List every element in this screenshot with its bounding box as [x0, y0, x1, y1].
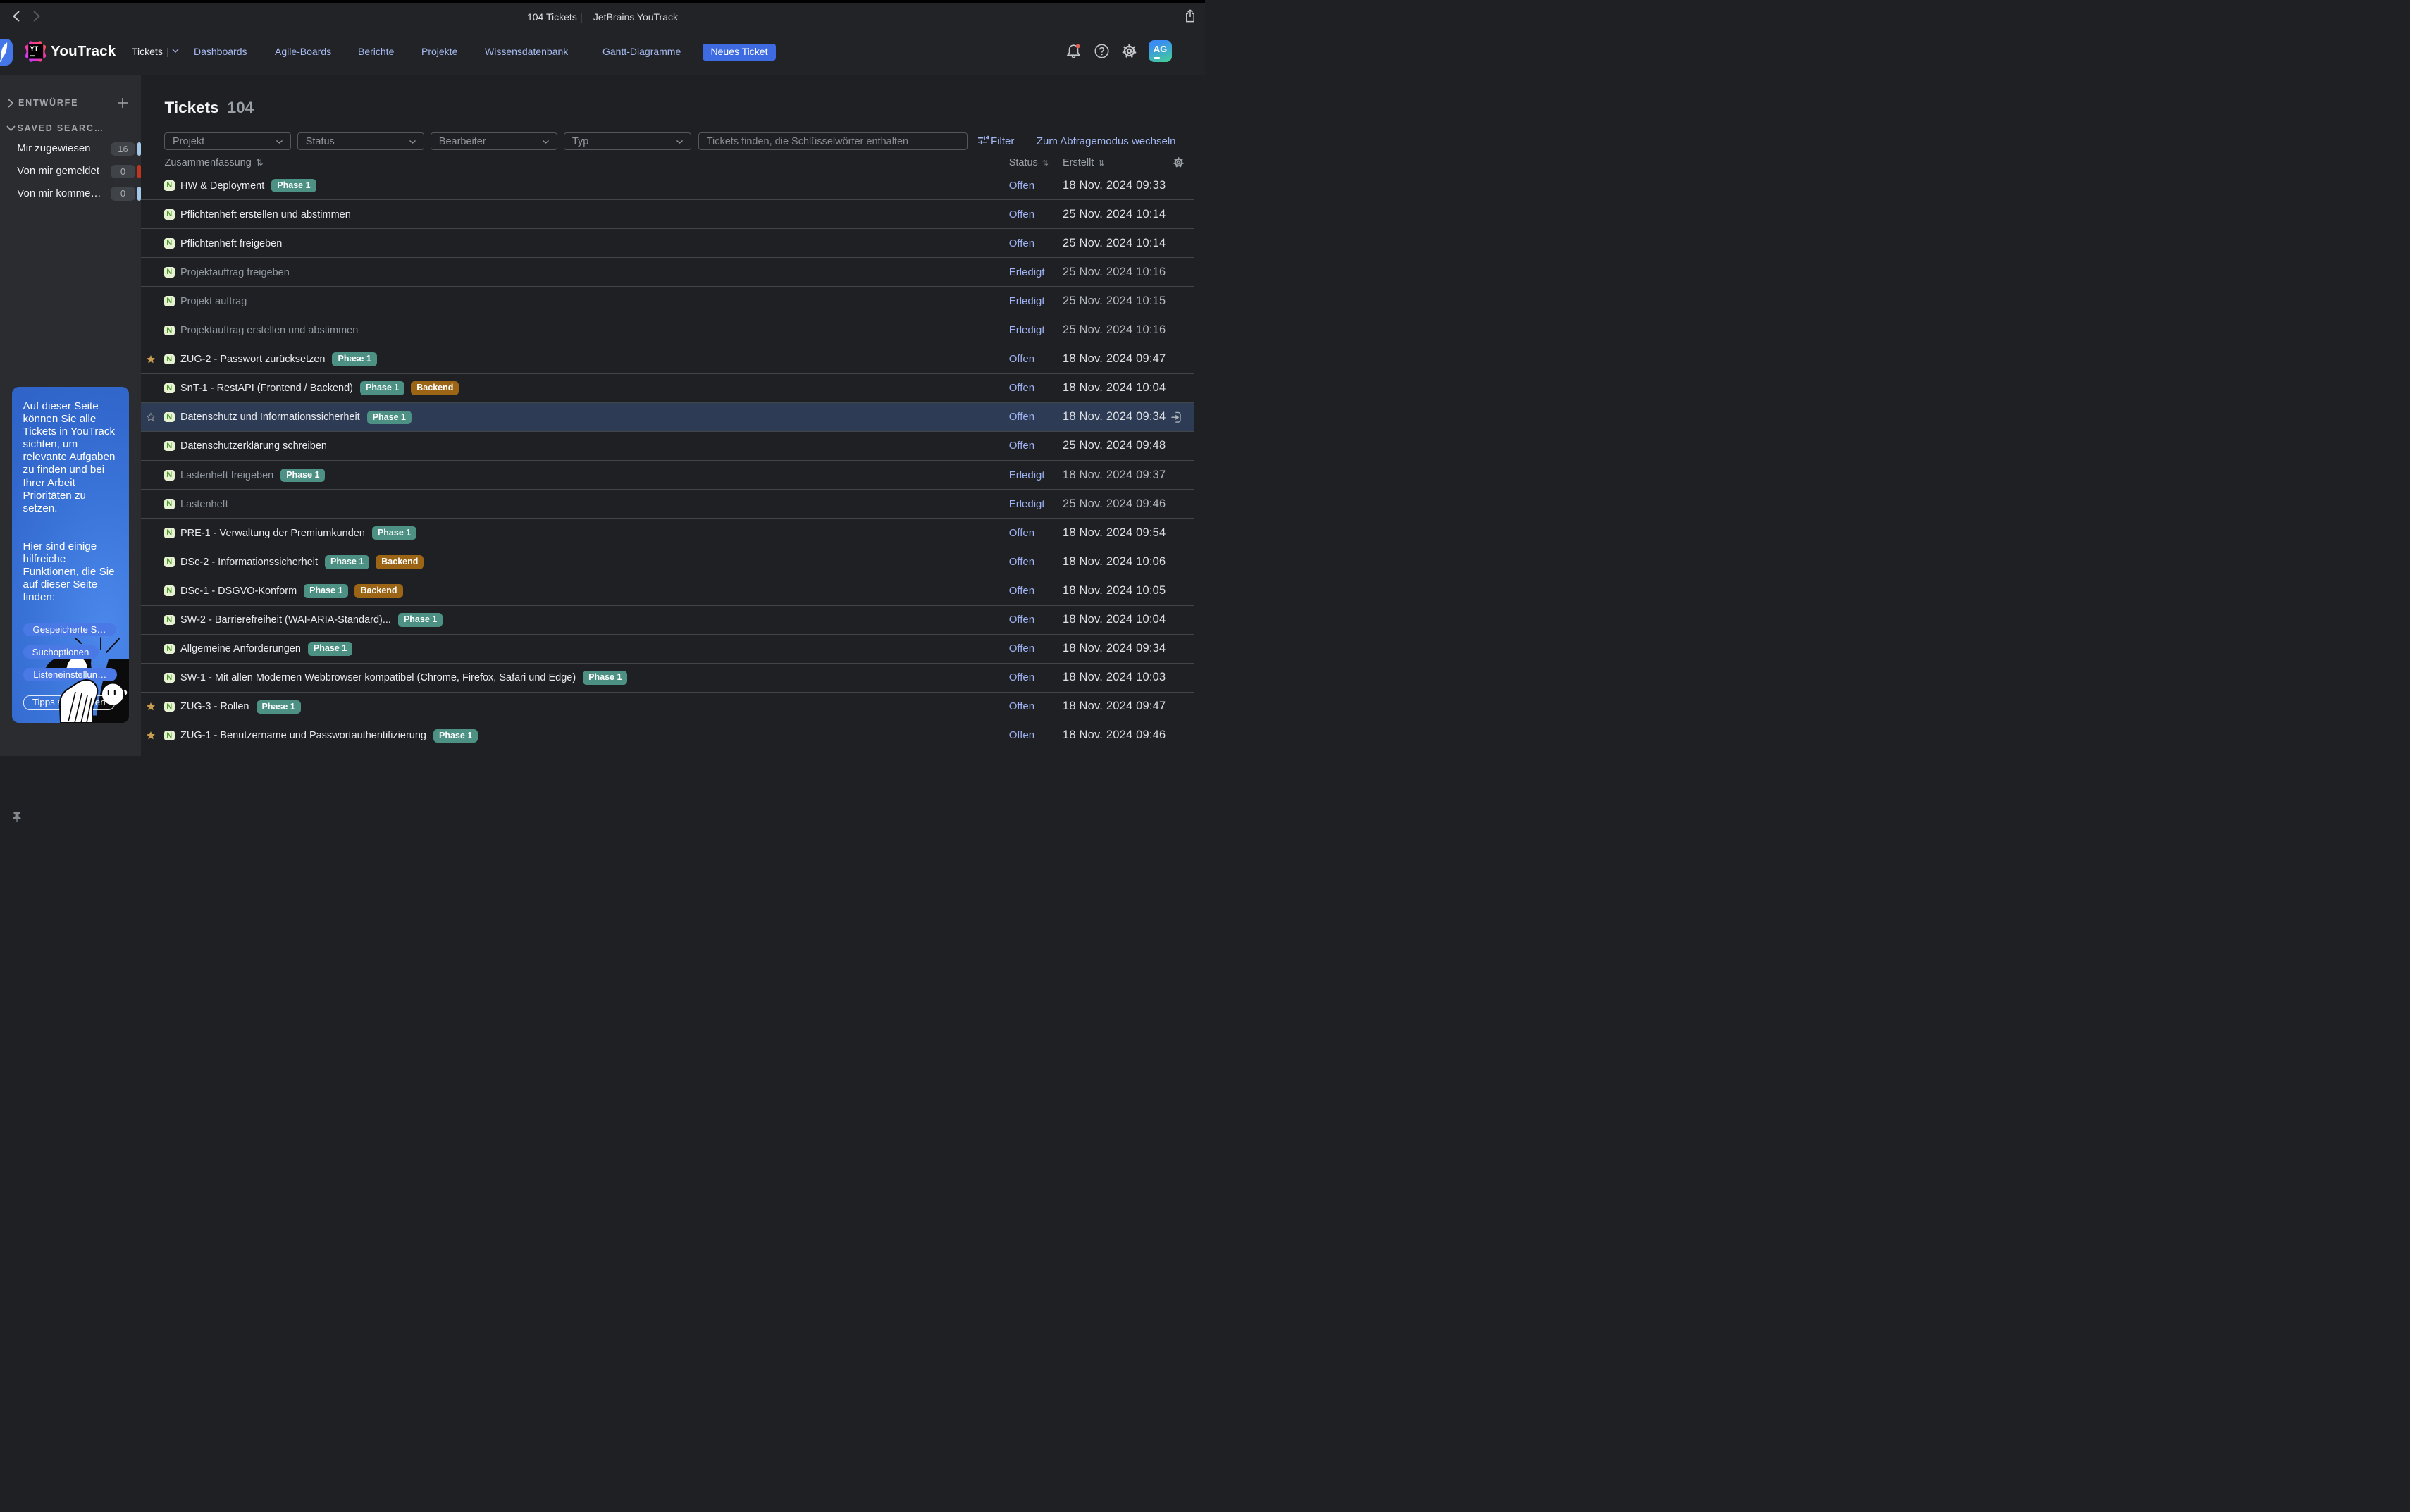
svg-text:YT: YT [30, 45, 38, 52]
